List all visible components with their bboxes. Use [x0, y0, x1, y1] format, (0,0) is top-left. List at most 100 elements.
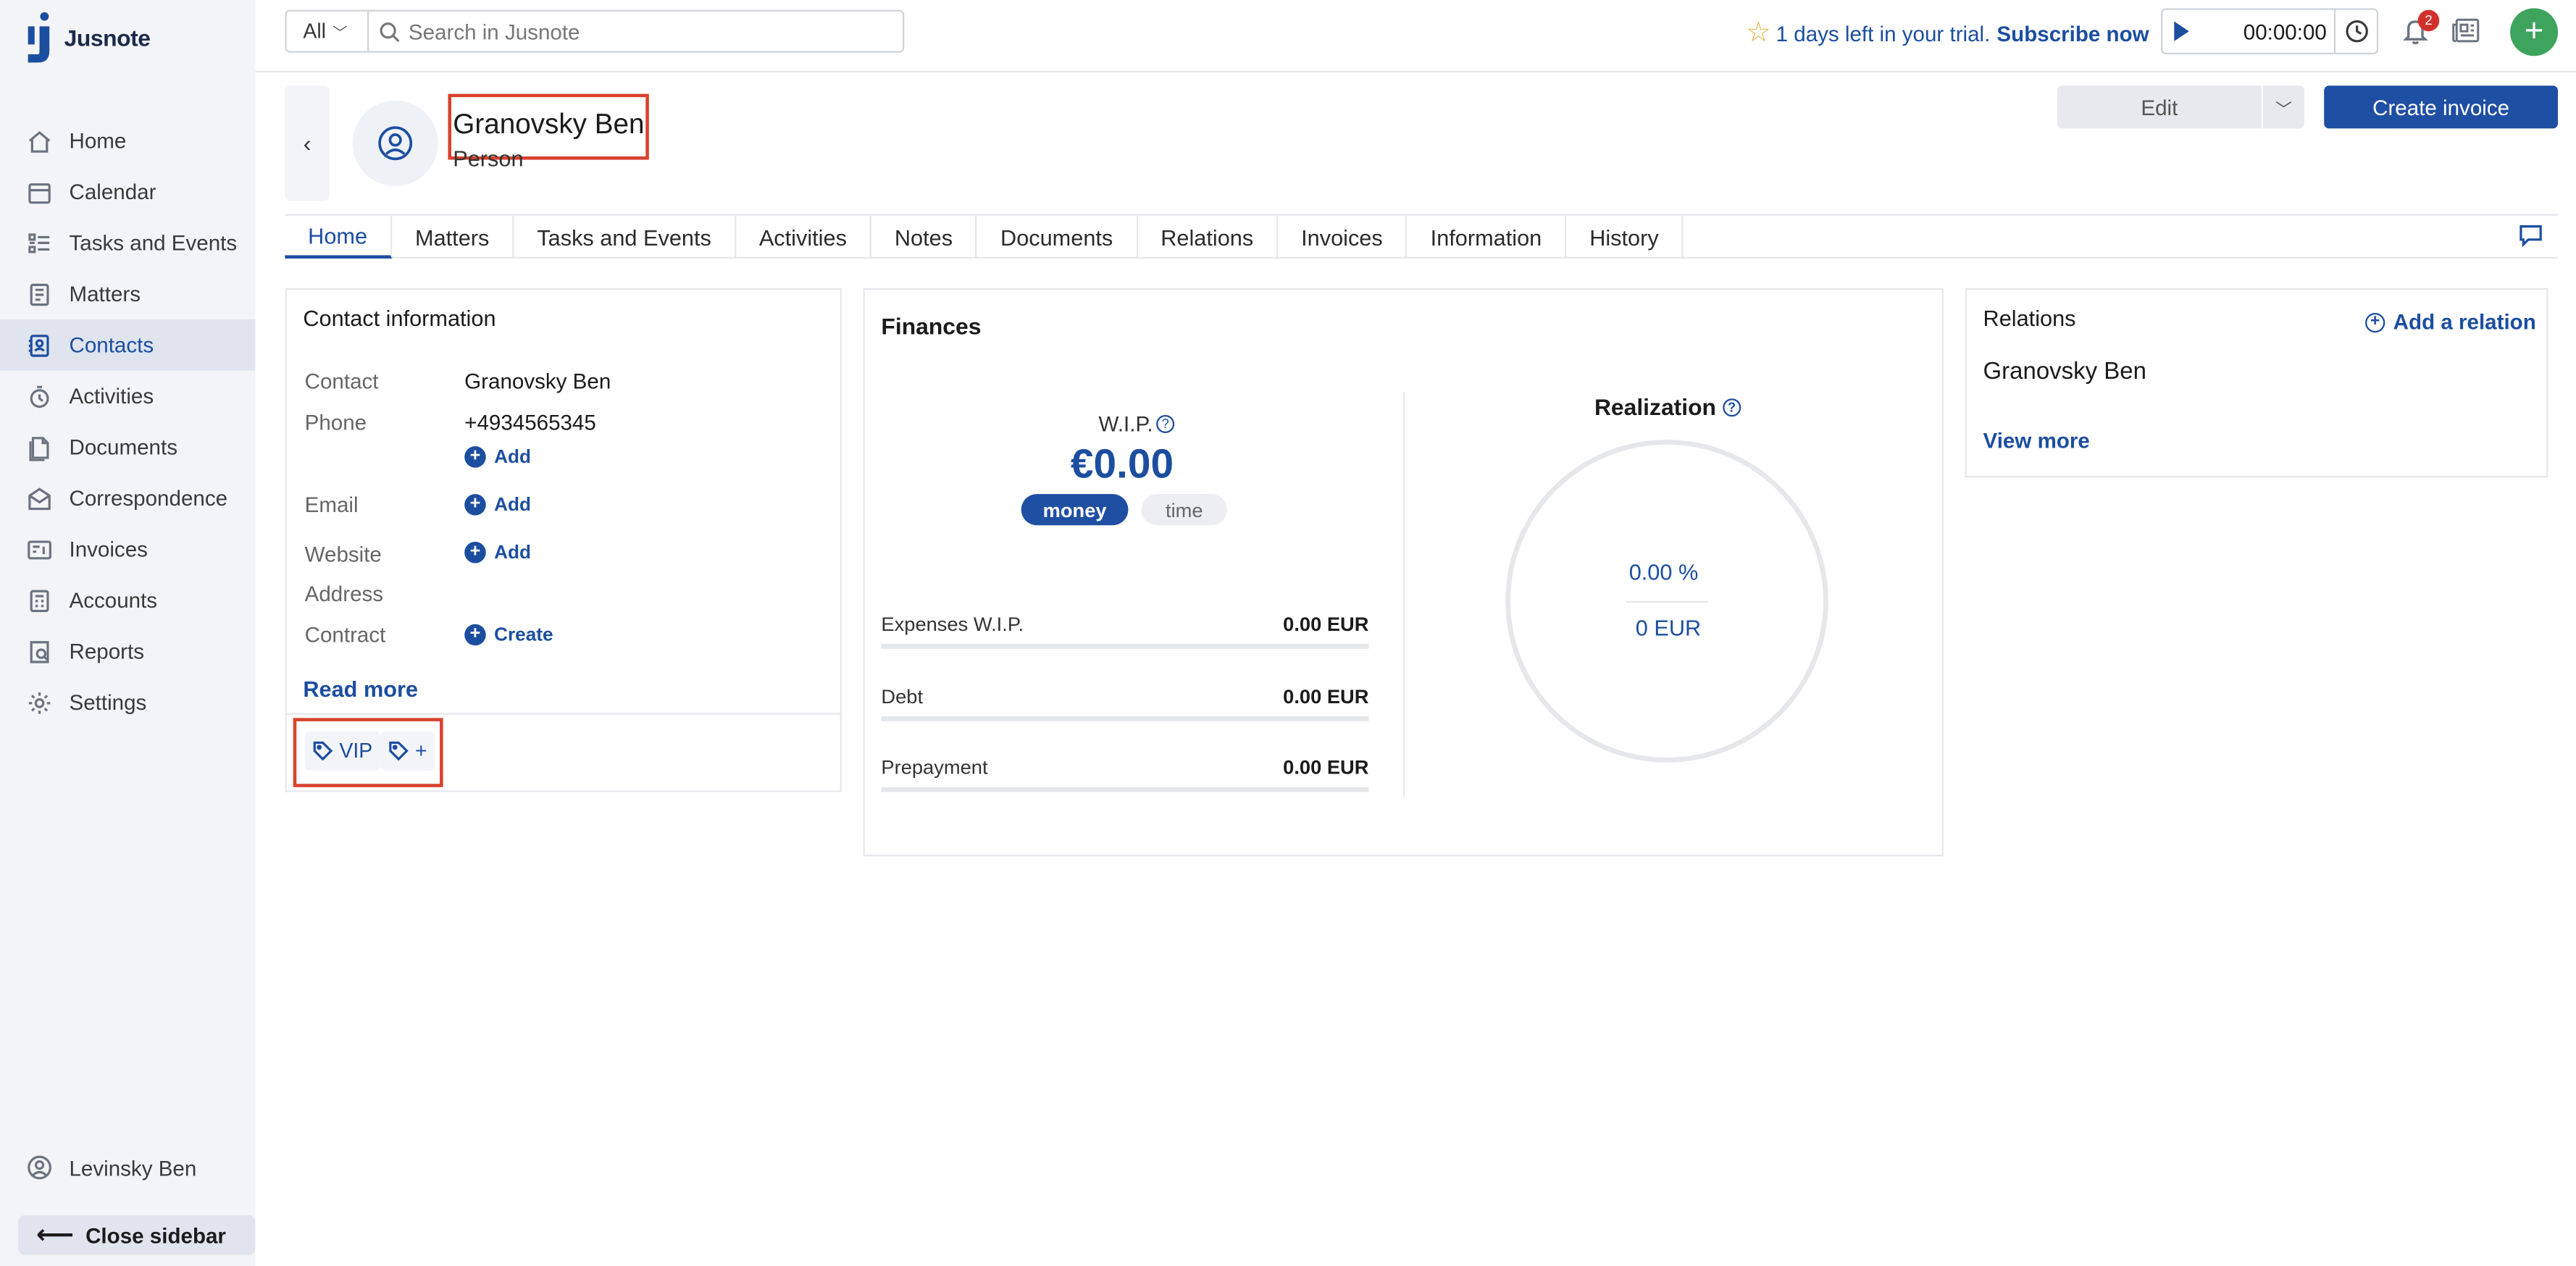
back-button[interactable]: ‹: [285, 85, 330, 201]
view-more-link[interactable]: View more: [1983, 428, 2090, 453]
toggle-time[interactable]: time: [1141, 494, 1227, 526]
tab-history[interactable]: History: [1566, 215, 1684, 259]
search-icon: [380, 22, 400, 41]
create-label: Create: [494, 624, 553, 645]
toggle-money[interactable]: money: [1021, 494, 1129, 526]
correspondence-icon: [28, 487, 51, 510]
timer-history-button[interactable]: [2333, 8, 2378, 55]
tag-vip[interactable]: VIP: [304, 731, 381, 771]
sidebar-item-matters[interactable]: Matters: [0, 269, 255, 319]
calendar-icon: [28, 182, 51, 204]
search-scope-select[interactable]: All ﹀: [287, 11, 369, 51]
tag-icon: [313, 741, 333, 761]
plus-icon: +: [2524, 13, 2544, 50]
notification-badge: 2: [2417, 9, 2440, 32]
accounts-icon: [30, 589, 49, 611]
contact-information-card: Contact information Contact Granovsky Be…: [285, 288, 842, 792]
sidebar-item-accounts[interactable]: Accounts: [0, 575, 255, 626]
tab-home[interactable]: Home: [285, 215, 393, 259]
help-icon[interactable]: ?: [1156, 414, 1175, 433]
edit-dropdown-button[interactable]: ﹀: [2263, 85, 2304, 129]
gear-icon: [28, 691, 51, 713]
add-email-button[interactable]: + Add: [464, 494, 531, 516]
tab-activities[interactable]: Activities: [736, 215, 872, 259]
quick-add-button[interactable]: +: [2510, 8, 2559, 56]
jusnote-logo-icon: [28, 12, 50, 63]
website-label: Website: [304, 542, 382, 567]
finance-row-amount: 0.00 EUR: [1283, 684, 1369, 708]
sidebar-item-label: Invoices: [69, 537, 148, 562]
sidebar-item-contacts[interactable]: Contacts: [0, 319, 256, 371]
play-icon[interactable]: [2174, 21, 2189, 41]
sidebar-item-tasks-and-events[interactable]: Tasks and Events: [0, 217, 255, 268]
create-invoice-button[interactable]: Create invoice: [2324, 85, 2559, 129]
newspaper-icon: [2452, 18, 2480, 43]
news-button[interactable]: [2451, 17, 2480, 53]
contact-value: Granovsky Ben: [464, 369, 611, 394]
tab-notes[interactable]: Notes: [871, 215, 978, 259]
search-scope-value: All: [303, 20, 326, 43]
tab-invoices[interactable]: Invoices: [1278, 215, 1408, 259]
relation-name[interactable]: Granovsky Ben: [1983, 359, 2146, 385]
finance-row-label: Prepayment: [881, 755, 988, 779]
divider: [1626, 600, 1708, 603]
tab-matters[interactable]: Matters: [392, 215, 514, 259]
sidebar-item-reports[interactable]: Reports: [0, 626, 255, 676]
add-phone-button[interactable]: + Add: [464, 446, 531, 468]
comments-button[interactable]: [2518, 224, 2543, 255]
sidebar-item-label: Tasks and Events: [69, 230, 238, 256]
user-name: Levinsky Ben: [69, 1155, 197, 1181]
close-sidebar-button[interactable]: ⟵ Close sidebar: [18, 1215, 256, 1255]
home-icon: [28, 130, 51, 152]
add-label: Add: [494, 447, 531, 467]
tasks-icon: [28, 232, 50, 253]
tab-documents[interactable]: Documents: [977, 215, 1138, 259]
add-website-button[interactable]: + Add: [464, 542, 531, 563]
create-contract-button[interactable]: + Create: [464, 624, 553, 646]
finance-row-amount: 0.00 EUR: [1283, 612, 1369, 636]
realization-amount: 0 EUR: [1635, 616, 1702, 641]
tab-information[interactable]: Information: [1408, 215, 1567, 259]
search-input[interactable]: [408, 19, 887, 44]
search-box: All ﹀: [285, 9, 905, 53]
tab-relations[interactable]: Relations: [1137, 215, 1279, 259]
email-label: Email: [304, 492, 359, 517]
sidebar-item-invoices[interactable]: Invoices: [0, 524, 255, 574]
realization-percent: 0.00 %: [1628, 560, 1699, 585]
sidebar-item-home[interactable]: Home: [0, 115, 255, 166]
sidebar-item-label: Home: [69, 128, 127, 154]
realization-title: Realization ?: [1594, 393, 1741, 420]
current-user[interactable]: Levinsky Ben: [26, 1154, 196, 1181]
contact-type: Person: [453, 146, 524, 172]
phone-value: +4934565345: [464, 410, 596, 435]
contacts-icon: [28, 334, 49, 356]
tab-bar: Home Matters Tasks and Events Activities…: [285, 214, 2559, 259]
sidebar-item-label: Correspondence: [69, 485, 228, 511]
wip-value: €0.00: [1070, 441, 1174, 488]
add-tag-button[interactable]: +: [380, 731, 435, 771]
documents-icon: [29, 436, 49, 461]
add-relation-button[interactable]: + Add a relation: [2365, 309, 2536, 335]
timer-value: 00:00:00: [2243, 19, 2327, 44]
trial-text: 1 days left in your trial.: [1776, 20, 1991, 46]
user-icon: [28, 1155, 51, 1180]
finance-row-label: Debt: [881, 684, 924, 708]
tab-tasks-and-events[interactable]: Tasks and Events: [514, 215, 736, 259]
edit-button[interactable]: Edit: [2057, 85, 2262, 129]
notifications-button[interactable]: 2: [2401, 9, 2440, 53]
sidebar-item-settings[interactable]: Settings: [0, 676, 255, 727]
chevron-down-icon: ﹀: [333, 23, 348, 41]
finance-row-prepayment: Prepayment 0.00 EUR: [881, 755, 1369, 792]
sidebar-item-calendar[interactable]: Calendar: [0, 167, 255, 217]
read-more-link[interactable]: Read more: [303, 676, 418, 701]
sidebar-item-documents[interactable]: Documents: [0, 422, 255, 472]
sidebar-item-label: Matters: [69, 281, 141, 306]
app-logo[interactable]: Jusnote: [23, 12, 151, 64]
finance-row-expenses: Expenses W.I.P. 0.00 EUR: [881, 612, 1369, 649]
help-icon[interactable]: ?: [1723, 398, 1741, 416]
subscribe-link[interactable]: Subscribe now: [1996, 20, 2149, 45]
person-icon: [378, 126, 413, 161]
sidebar-item-correspondence[interactable]: Correspondence: [0, 473, 255, 524]
finance-row-label: Expenses W.I.P.: [881, 612, 1024, 636]
sidebar-item-activities[interactable]: Activities: [0, 371, 255, 422]
